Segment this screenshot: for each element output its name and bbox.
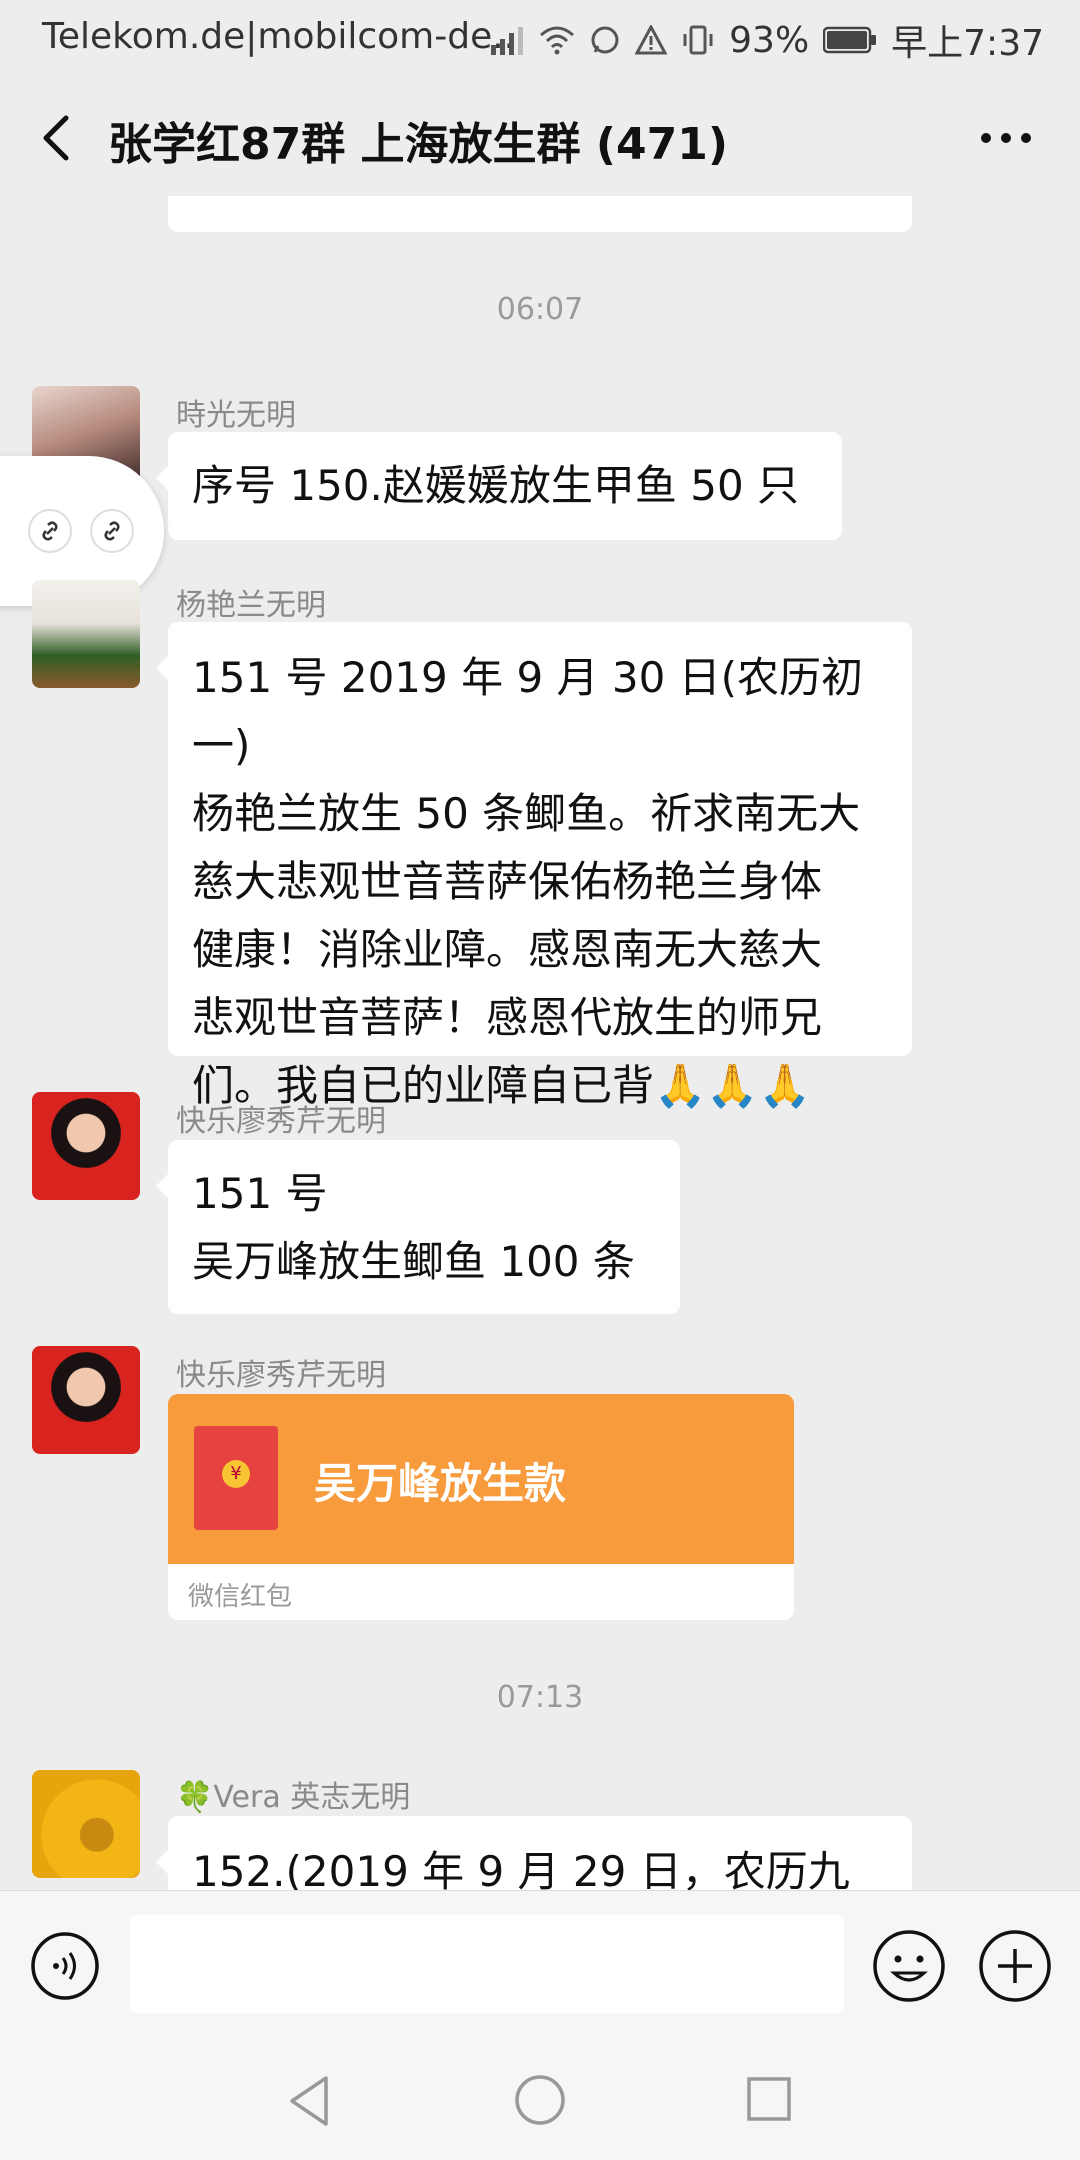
message-input[interactable]: [130, 1915, 844, 2013]
message-line: 健康！消除业障。感恩南无大慈大: [192, 925, 823, 974]
sender-name: 快乐廖秀芹无明: [176, 1104, 386, 1139]
sender-name: 快乐廖秀芹无明: [176, 1358, 386, 1393]
red-packet-card[interactable]: ¥ 吴万峰放生款 微信红包: [168, 1394, 794, 1620]
time-divider: 06:07: [496, 292, 584, 327]
red-packet-body: ¥ 吴万峰放生款: [168, 1394, 794, 1564]
chat-title: 张学红87群 上海放生群 (471): [108, 119, 728, 170]
red-packet-footer: 微信红包: [188, 1582, 293, 1612]
message-line: 杨艳兰放生 50 条鲫鱼。祈求南无大: [192, 789, 861, 838]
emoji-icon[interactable]: [872, 1929, 946, 2003]
back-arrow-icon[interactable]: [34, 110, 80, 166]
vibrate-icon: [683, 25, 713, 55]
chat-messages[interactable]: 06:07 時光无明 序号 150.赵媛媛放生甲鱼 50 只 杨艳兰无明 151…: [0, 196, 1080, 1890]
message-bubble[interactable]: 151 号 2019 年 9 月 30 日(农历初一) 杨艳兰放生 50 条鲫鱼…: [156, 622, 912, 1110]
nav-home-icon[interactable]: [514, 2074, 566, 2126]
signal-icon: [491, 27, 524, 55]
message-bubble[interactable]: 151 号 吴万峰放生鲫鱼 100 条: [156, 1140, 680, 1314]
avatar[interactable]: [32, 1346, 140, 1454]
battery-icon: [823, 26, 877, 54]
chat-header: 张学红87群 上海放生群 (471): [0, 80, 1080, 196]
message-line: 151 号: [192, 1169, 328, 1218]
whatsapp-icon: [591, 26, 619, 54]
warning-icon: [635, 25, 668, 55]
input-bar: [0, 1890, 1080, 2035]
message-bubble-partial: [168, 196, 912, 232]
message-line: 慈大悲观世音菩萨保佑杨艳兰身体: [192, 857, 823, 906]
avatar[interactable]: [32, 1770, 140, 1878]
system-nav-bar: [0, 2034, 1080, 2160]
wifi-icon: [540, 26, 575, 55]
link-icon[interactable]: [90, 509, 134, 553]
red-packet-icon: ¥: [194, 1426, 278, 1530]
message-line: 吴万峰放生鲫鱼 100 条: [192, 1237, 635, 1286]
voice-icon[interactable]: [30, 1931, 100, 2001]
status-icons: 93% 早上7:37: [491, 14, 1044, 66]
sender-name: 杨艳兰无明: [176, 588, 326, 623]
message-bubble[interactable]: 序号 150.赵媛媛放生甲鱼 50 只: [156, 432, 842, 540]
clock: 早上7:37: [891, 23, 1044, 64]
sender-name: 🍀Vera 英志无明: [176, 1780, 411, 1815]
nav-recent-icon[interactable]: [746, 2076, 792, 2122]
sender-name: 時光无明: [176, 398, 296, 433]
red-packet-title: 吴万峰放生款: [314, 1459, 567, 1508]
plus-icon[interactable]: [978, 1929, 1052, 2003]
link-icon[interactable]: [28, 509, 72, 553]
message-line: 悲观世音菩萨！感恩代放生的师兄: [192, 993, 823, 1042]
avatar[interactable]: [32, 580, 140, 688]
battery-percent: 93%: [729, 19, 810, 61]
message-bubble[interactable]: 152.(2019 年 9 月 29 日，农历九月: [156, 1816, 912, 1890]
status-bar: Telekom.de|mobilcom-de... 93% 早上7:37: [0, 0, 1080, 80]
message-text: 序号 150.赵媛媛放生甲鱼 50 只: [192, 461, 800, 510]
time-divider: 07:13: [496, 1680, 584, 1715]
more-icon[interactable]: [976, 110, 1036, 166]
nav-back-icon[interactable]: [286, 2074, 334, 2128]
carrier-label: Telekom.de|mobilcom-de...: [42, 16, 527, 57]
message-line: 151 号 2019 年 9 月 30 日(农历初一): [192, 653, 864, 770]
avatar[interactable]: [32, 1092, 140, 1200]
message-text: 152.(2019 年 9 月 29 日，农历九月: [192, 1847, 850, 1890]
